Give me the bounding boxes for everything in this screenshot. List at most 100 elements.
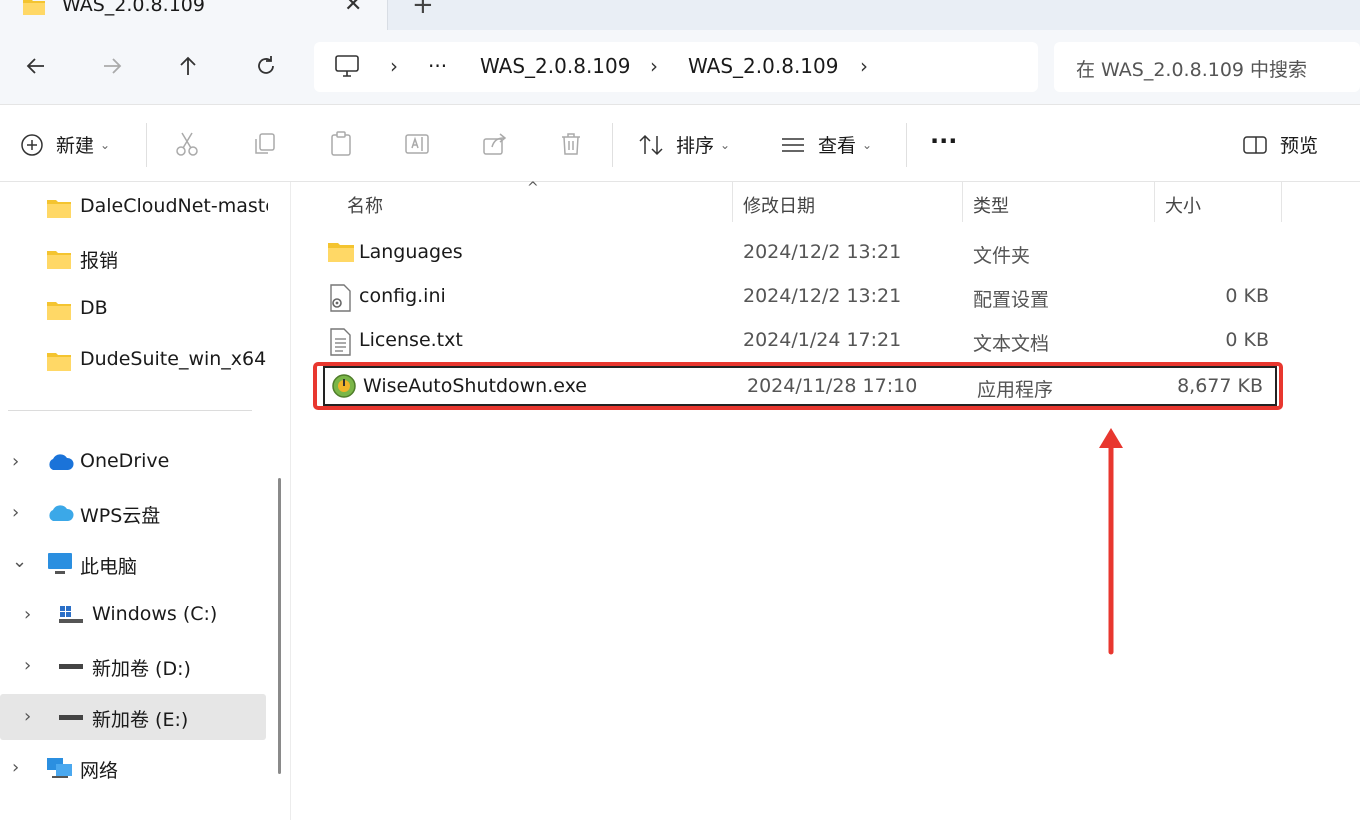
search-placeholder: 在 WAS_2.0.8.109 中搜索 <box>1076 59 1308 81</box>
forward-arrow-icon <box>104 58 122 74</box>
copy-icon[interactable] <box>250 129 280 159</box>
chevron-down-icon: ⌄ <box>100 137 111 152</box>
folder-icon <box>328 243 354 262</box>
sidebar-item-wps[interactable]: › WPS云盘 <box>0 490 266 536</box>
column-header-name[interactable]: 名称 <box>347 192 383 218</box>
sidebar-item-network[interactable]: › 网络 <box>0 745 266 791</box>
breadcrumb-chevron[interactable]: › <box>860 54 868 78</box>
chevron-right-icon[interactable]: › <box>12 451 19 472</box>
annotation-arrow-icon <box>1099 428 1123 655</box>
view-button[interactable]: 查看 ⌄ <box>780 131 872 158</box>
breadcrumb-more[interactable]: ··· <box>428 54 447 78</box>
preview-pane-icon <box>1243 135 1267 154</box>
new-button[interactable]: 新建 ⌄ <box>20 131 110 158</box>
sort-button[interactable]: 排序 ⌄ <box>638 131 730 158</box>
chevron-right-icon[interactable]: › <box>24 604 31 625</box>
file-name: Languages <box>359 241 463 263</box>
sidebar-item-drive-c[interactable]: › Windows (C:) <box>0 592 266 638</box>
network-icon <box>47 758 72 778</box>
column-separator[interactable] <box>1281 182 1282 222</box>
cut-icon[interactable] <box>172 129 202 159</box>
new-tab-button[interactable]: + <box>412 0 434 20</box>
breadcrumb-item[interactable]: WAS_2.0.8.109 <box>688 54 838 78</box>
up-arrow-icon <box>180 56 196 75</box>
breadcrumb-chevron[interactable]: › <box>650 54 658 78</box>
sidebar-item-label: OneDrive <box>80 450 170 472</box>
sidebar-item-label: 新加卷 (D:) <box>92 658 191 680</box>
sidebar-item-dudesuite[interactable]: DudeSuite_win_x64 <box>0 337 266 383</box>
close-icon[interactable]: ✕ <box>344 0 362 17</box>
address-bar[interactable]: › ··· WAS_2.0.8.109 › WAS_2.0.8.109 › <box>314 42 1038 92</box>
up-button[interactable] <box>172 50 204 82</box>
command-bar: 新建 ⌄ 排序 ⌄ 查看 ⌄ ··· 预览 <box>0 104 1360 182</box>
drive-icon <box>59 715 83 720</box>
share-icon[interactable] <box>480 129 510 159</box>
toolbar-divider <box>146 123 147 167</box>
file-modified: 2024/12/2 13:21 <box>743 241 902 263</box>
chevron-right-icon[interactable]: › <box>12 502 19 523</box>
chevron-right-icon[interactable]: › <box>24 706 31 727</box>
sidebar-item-drive-d[interactable]: › 新加卷 (D:) <box>0 643 266 689</box>
sidebar-item-label: 此电脑 <box>80 556 138 578</box>
file-type: 配置设置 <box>973 289 1050 311</box>
breadcrumb-chevron[interactable]: › <box>390 54 398 78</box>
sidebar-divider <box>8 410 252 411</box>
file-size: 0 KB <box>1225 329 1269 351</box>
file-list: ^ 名称 修改日期 类型 大小 Languages 2024/12/2 13:2… <box>291 180 1360 820</box>
column-separator[interactable] <box>1154 182 1155 222</box>
sidebar-item-this-pc[interactable]: ⌄ 此电脑 <box>0 541 266 587</box>
preview-button[interactable]: 预览 <box>1242 131 1318 158</box>
column-header-type[interactable]: 类型 <box>973 192 1009 218</box>
folder-icon <box>47 251 71 269</box>
column-header-size[interactable]: 大小 <box>1165 192 1201 218</box>
table-row[interactable]: License.txt 2024/1/24 17:21 文本文档 0 KB <box>321 320 1281 364</box>
table-row[interactable]: config.ini 2024/12/2 13:21 配置设置 0 KB <box>321 276 1281 320</box>
table-row[interactable]: Languages 2024/12/2 13:21 文件夹 <box>321 232 1281 276</box>
toolbar-divider <box>612 123 613 167</box>
sort-icon <box>639 134 663 155</box>
list-view-icon <box>782 137 804 152</box>
sidebar-item-dalecloudnet[interactable]: DaleCloudNet-master <box>0 184 268 230</box>
file-modified: 2024/12/2 13:21 <box>743 285 902 307</box>
sidebar-item-drive-e[interactable]: › 新加卷 (E:) <box>0 694 266 740</box>
back-arrow-icon <box>26 58 44 74</box>
sidebar-item-label: DB <box>80 297 108 319</box>
sidebar-item-label: 报销 <box>80 250 119 272</box>
breadcrumb-item[interactable]: WAS_2.0.8.109 <box>480 54 630 78</box>
paste-icon[interactable] <box>326 129 356 159</box>
delete-icon[interactable] <box>556 129 586 159</box>
chevron-right-icon[interactable]: › <box>24 655 31 676</box>
tab-was[interactable]: WAS_2.0.8.109 ✕ <box>0 0 388 30</box>
column-separator[interactable] <box>732 182 733 222</box>
sidebar-item-db[interactable]: DB <box>0 286 266 332</box>
sidebar-item-reimbursement[interactable]: 报销 <box>0 235 266 281</box>
more-options-button[interactable]: ··· <box>930 127 957 155</box>
search-input[interactable]: 在 WAS_2.0.8.109 中搜索 <box>1054 42 1360 92</box>
wps-cloud-icon <box>49 505 74 521</box>
tab-strip: WAS_2.0.8.109 ✕ + <box>0 0 1360 30</box>
sidebar-item-onedrive[interactable]: › OneDrive <box>0 439 266 485</box>
navigation-pane: DaleCloudNet-master 报销 DB DudeSuite_win_… <box>0 182 290 820</box>
folder-icon <box>47 302 71 320</box>
chevron-right-icon[interactable]: › <box>12 757 19 778</box>
computer-icon <box>48 553 72 574</box>
refresh-button[interactable] <box>250 50 282 82</box>
file-name: License.txt <box>359 329 463 351</box>
column-header-modified[interactable]: 修改日期 <box>743 192 815 218</box>
back-button[interactable] <box>20 50 52 82</box>
annotation-highlight-box <box>313 362 1283 410</box>
refresh-icon <box>258 56 274 74</box>
chevron-down-icon[interactable]: ⌄ <box>12 551 27 572</box>
preview-label: 预览 <box>1280 135 1319 157</box>
sort-indicator-icon: ^ <box>527 180 539 196</box>
computer-icon <box>334 54 360 82</box>
forward-button[interactable] <box>96 50 128 82</box>
new-label: 新建 <box>56 135 95 157</box>
sidebar-item-label: Windows (C:) <box>92 603 218 625</box>
sidebar-scrollbar[interactable] <box>278 478 281 774</box>
config-file-icon <box>330 284 351 312</box>
file-modified: 2024/1/24 17:21 <box>743 329 902 351</box>
column-separator[interactable] <box>962 182 963 222</box>
rename-icon[interactable] <box>402 129 432 159</box>
toolbar-divider <box>906 123 907 167</box>
